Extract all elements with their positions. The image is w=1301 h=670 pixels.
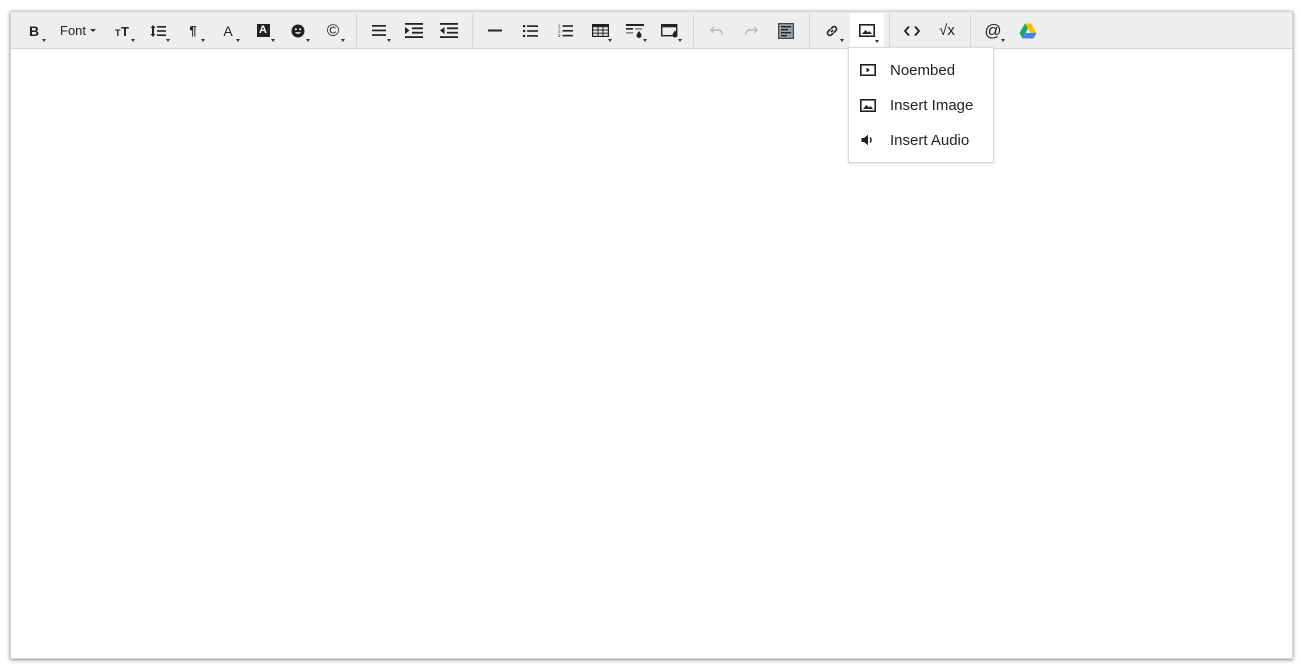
bold-icon: B (28, 22, 40, 39)
line-height-icon (150, 24, 166, 37)
table-icon (591, 24, 609, 37)
chevron-down-icon (166, 39, 170, 42)
indent-icon (405, 23, 423, 38)
insert-media-button[interactable] (850, 13, 884, 48)
smiley-icon (291, 24, 305, 37)
chevron-down-icon (387, 39, 391, 42)
mention-button[interactable]: @ (976, 14, 1010, 47)
chevron-down-icon (236, 39, 240, 42)
audio-icon (859, 132, 877, 148)
highlight-color-button[interactable]: A (246, 14, 280, 47)
chevron-down-icon (678, 39, 682, 42)
table-border-icon (661, 23, 678, 37)
align-justify-icon (372, 25, 386, 36)
text-color-icon: A (223, 22, 233, 39)
toolbar-separator (356, 14, 357, 47)
chevron-down-icon (131, 39, 135, 42)
link-icon (826, 25, 838, 36)
numbered-list-button[interactable]: 1 2 3 (548, 14, 582, 47)
outdent-button[interactable] (432, 14, 466, 47)
dropdown-item-label: Insert Image (890, 96, 974, 114)
paragraph-button[interactable]: ¶ (176, 14, 210, 47)
table-border-button[interactable] (653, 14, 687, 47)
font-family-button[interactable]: Font (60, 14, 97, 47)
toolbar-separator (809, 14, 810, 47)
bullet-list-button[interactable] (513, 14, 547, 47)
code-icon (904, 25, 920, 36)
chevron-down-icon (201, 39, 205, 42)
text-color-button[interactable]: A (211, 14, 245, 47)
align-button[interactable] (362, 14, 396, 47)
toolbar-separator (472, 14, 473, 47)
highlight-color-icon: A (256, 24, 270, 37)
numbered-list-icon: 1 2 3 (558, 24, 573, 37)
editor-toolbar: B Font T T ¶ A A © 1 2 3 √x @ (11, 12, 1292, 49)
horizontal-rule-icon (488, 29, 502, 32)
image-icon (859, 24, 875, 37)
dropdown-item-label: Noembed (890, 61, 956, 79)
emoji-button[interactable] (281, 14, 315, 47)
chevron-down-icon (875, 40, 879, 43)
chevron-down-icon (271, 39, 275, 42)
undo-icon (709, 26, 722, 35)
chevron-down-icon (643, 39, 647, 42)
chevron-down-icon (840, 39, 844, 42)
copyright-icon: © (326, 21, 340, 40)
chevron-down-icon (90, 29, 97, 32)
template-button[interactable] (769, 14, 803, 47)
chevron-down-icon (306, 39, 310, 42)
line-height-button[interactable] (141, 14, 175, 47)
toolbar-separator (970, 14, 971, 47)
chevron-down-icon (341, 39, 345, 42)
chevron-down-icon (608, 39, 612, 42)
undo-button[interactable] (699, 14, 733, 47)
math-icon: √x (939, 22, 955, 39)
template-icon (778, 22, 794, 39)
highlight-letter: A (259, 24, 267, 36)
math-button[interactable]: √x (930, 14, 964, 47)
insert-media-dropdown: Noembed Insert Image Insert Audio (848, 47, 994, 163)
bold-button[interactable]: B (17, 14, 51, 47)
svg-text:T: T (121, 25, 129, 37)
cell-fill-icon (626, 23, 644, 38)
indent-button[interactable] (397, 14, 431, 47)
editor-content-area[interactable] (11, 49, 1292, 658)
dropdown-item-insert-image[interactable]: Insert Image (849, 90, 993, 120)
dropdown-item-label: Insert Audio (890, 131, 970, 149)
link-button[interactable] (815, 14, 849, 47)
toolbar-separator (889, 14, 890, 47)
font-size-button[interactable]: T T (106, 14, 140, 47)
code-view-button[interactable] (895, 14, 929, 47)
table-button[interactable] (583, 14, 617, 47)
dropdown-item-noembed[interactable]: Noembed (849, 55, 993, 85)
bullet-list-icon (522, 24, 538, 37)
rich-text-editor: B Font T T ¶ A A © 1 2 3 √x @ (10, 11, 1293, 659)
font-size-icon: T T (115, 25, 129, 37)
at-sign-icon: @ (984, 21, 1002, 40)
redo-button[interactable] (734, 14, 768, 47)
redo-icon (745, 26, 758, 35)
chevron-down-icon (42, 39, 46, 42)
paragraph-icon: ¶ (189, 23, 197, 38)
google-drive-icon (1019, 23, 1037, 38)
chevron-down-icon (1001, 39, 1005, 42)
image-icon (859, 97, 877, 113)
outdent-icon (440, 23, 458, 38)
embed-icon (859, 62, 877, 78)
cell-color-button[interactable] (618, 14, 652, 47)
special-characters-button[interactable]: © (316, 14, 350, 47)
google-drive-button[interactable] (1011, 14, 1045, 47)
dropdown-item-insert-audio[interactable]: Insert Audio (849, 125, 993, 155)
svg-text:3: 3 (558, 33, 561, 37)
toolbar-separator (693, 14, 694, 47)
font-label: Font (60, 23, 87, 38)
horizontal-rule-button[interactable] (478, 14, 512, 47)
